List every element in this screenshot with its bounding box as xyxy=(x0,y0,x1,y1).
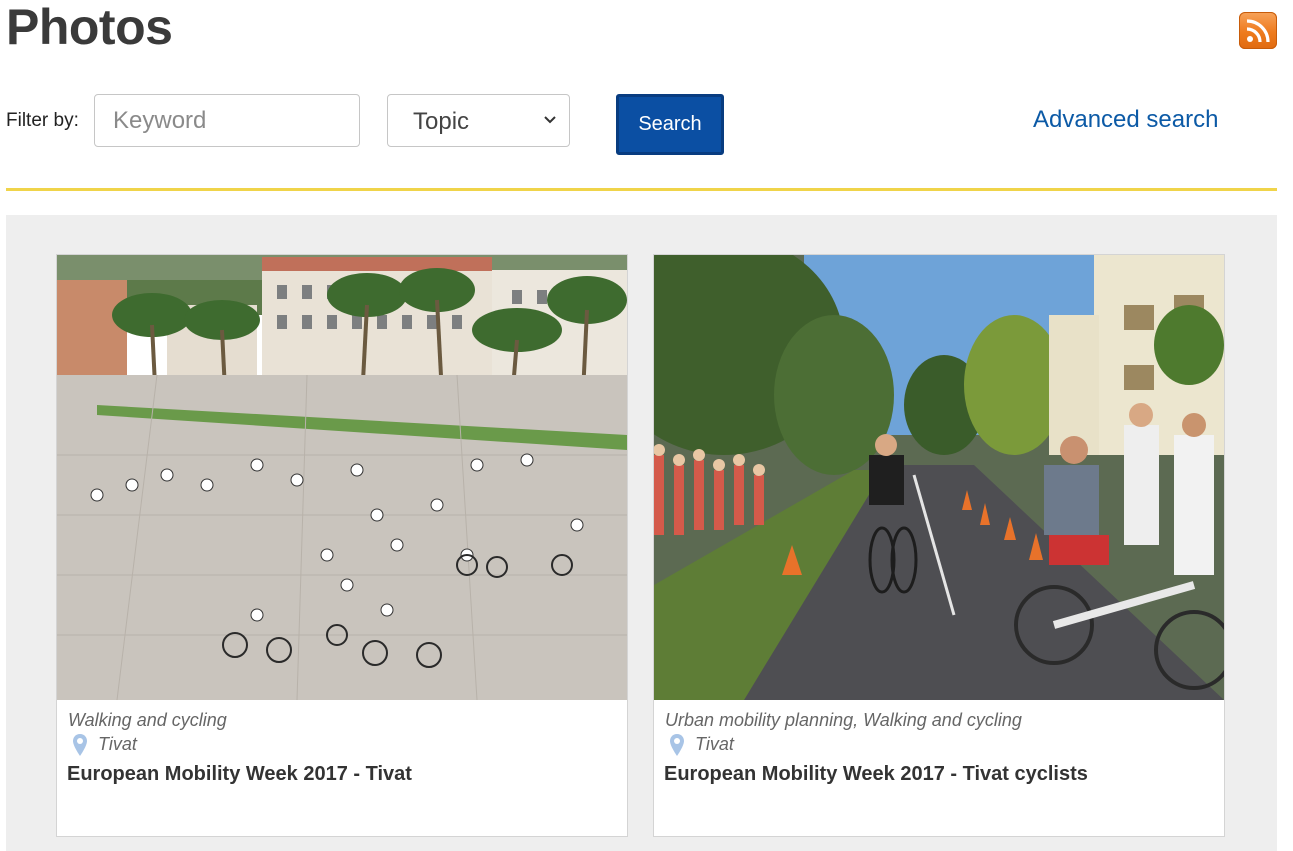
divider xyxy=(6,188,1277,191)
keyword-input[interactable] xyxy=(94,94,360,147)
photo-gallery: Walking and cycling Tivat European Mobil… xyxy=(6,215,1277,851)
chevron-down-icon xyxy=(544,116,556,124)
topic-select[interactable]: Topic xyxy=(387,94,570,147)
location-pin-icon xyxy=(670,734,684,756)
topic-select-value: Topic xyxy=(413,108,470,135)
page-title: Photos xyxy=(6,0,173,55)
photo-topics: Urban mobility planning, Walking and cyc… xyxy=(665,710,1022,730)
photo-thumbnail[interactable] xyxy=(57,255,627,700)
rss-feed-button[interactable] xyxy=(1239,12,1277,49)
photo-title[interactable]: European Mobility Week 2017 - Tivat cycl… xyxy=(664,763,1088,786)
advanced-search-link[interactable]: Advanced search xyxy=(1033,106,1218,134)
photo-location: Tivat xyxy=(695,734,734,754)
photo-title[interactable]: European Mobility Week 2017 - Tivat xyxy=(67,763,412,786)
photo-topics: Walking and cycling xyxy=(68,710,227,730)
search-button[interactable]: Search xyxy=(616,94,724,155)
photo-card[interactable]: Urban mobility planning, Walking and cyc… xyxy=(653,254,1225,837)
photo-card[interactable]: Walking and cycling Tivat European Mobil… xyxy=(56,254,628,837)
photo-location: Tivat xyxy=(98,734,137,754)
filter-label: Filter by: xyxy=(6,110,79,131)
photo-thumbnail[interactable] xyxy=(654,255,1224,700)
rss-icon xyxy=(1246,19,1270,43)
location-pin-icon xyxy=(73,734,87,756)
